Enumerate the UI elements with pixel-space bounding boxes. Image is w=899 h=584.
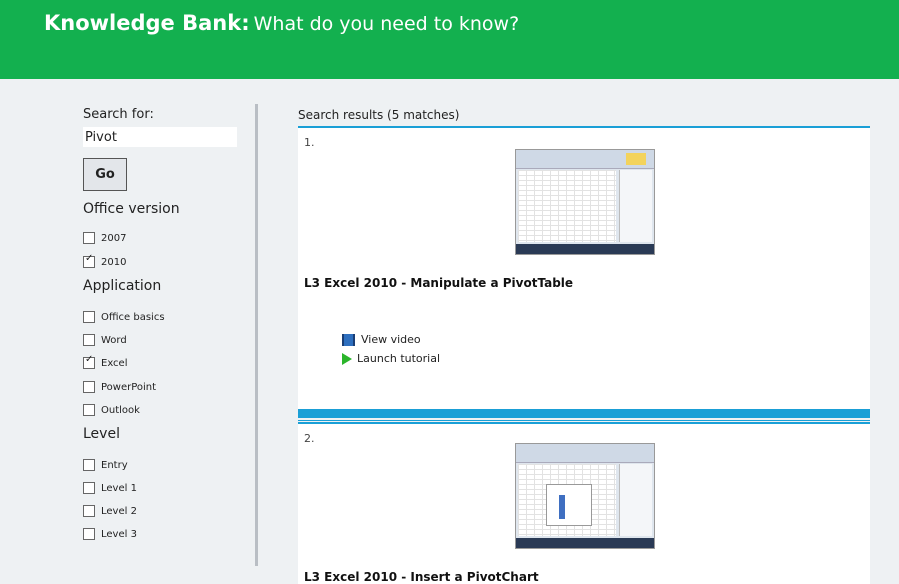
checkbox[interactable] [83, 459, 95, 471]
checkbox-label: 2010 [101, 257, 127, 268]
checkbox-outlook[interactable]: Outlook [83, 404, 140, 416]
brand-tagline: What do you need to know? [253, 13, 520, 35]
checkbox[interactable] [83, 381, 95, 393]
checkbox[interactable] [83, 311, 95, 323]
result-separator-line [298, 420, 870, 421]
checkbox[interactable] [83, 482, 95, 494]
checkbox-label: Level 1 [101, 483, 137, 494]
result-number: 1. [304, 136, 315, 149]
checkbox-level-3[interactable]: Level 3 [83, 528, 137, 540]
checkbox-2007[interactable]: 2007 [83, 232, 126, 244]
launch-tutorial-link[interactable]: Launch tutorial [342, 352, 440, 365]
office-version-heading: Office version [83, 201, 180, 217]
header-bar: Knowledge Bank: What do you need to know? [0, 0, 899, 79]
result-separator [298, 409, 870, 418]
thumbnail-taskbar [516, 244, 654, 254]
checkbox-office-basics[interactable]: Office basics [83, 311, 165, 323]
level-heading: Level [83, 426, 120, 442]
checkbox[interactable] [83, 232, 95, 244]
result-card: 2. L3 Excel 2010 - Insert a PivotChart [298, 422, 870, 584]
checkbox[interactable] [83, 528, 95, 540]
checkbox-2010[interactable]: 2010 [83, 253, 127, 268]
search-input[interactable] [83, 127, 237, 147]
checkbox[interactable] [83, 505, 95, 517]
thumbnail-taskbar [516, 538, 654, 548]
checkbox-label: Word [101, 335, 127, 346]
thumbnail-chart [546, 484, 592, 526]
checkbox-level-1[interactable]: Level 1 [83, 482, 137, 494]
checkbox-excel[interactable]: Excel [83, 354, 128, 369]
checkbox[interactable] [83, 354, 95, 369]
search-label: Search for: [83, 107, 154, 122]
thumbnail-pane [619, 464, 652, 536]
result-card: 1. L3 Excel 2010 - Manipulate a PivotTab… [298, 126, 870, 411]
thumbnail-ribbon [516, 444, 654, 463]
thumbnail-ribbon-accent [626, 153, 646, 165]
result-title[interactable]: L3 Excel 2010 - Manipulate a PivotTable [304, 276, 573, 290]
thumbnail-chart-bar [559, 495, 565, 519]
checkbox-label: Outlook [101, 405, 140, 416]
checkbox-label: Level 2 [101, 506, 137, 517]
checkbox-label: Level 3 [101, 529, 137, 540]
checkbox-label: PowerPoint [101, 382, 157, 393]
result-title[interactable]: L3 Excel 2010 - Insert a PivotChart [304, 570, 539, 584]
checkbox[interactable] [83, 404, 95, 416]
checkbox-label: Entry [101, 460, 128, 471]
view-video-link[interactable]: View video [342, 333, 421, 346]
launch-tutorial-label: Launch tutorial [357, 352, 441, 365]
brand: Knowledge Bank: What do you need to know? [44, 11, 519, 35]
thumbnail-pane [619, 170, 652, 242]
checkbox-label: Excel [101, 358, 128, 369]
checkbox-label: Office basics [101, 312, 165, 323]
view-video-label: View video [361, 333, 421, 346]
checkbox-label: 2007 [101, 233, 127, 244]
application-heading: Application [83, 278, 162, 294]
go-button[interactable]: Go [83, 158, 127, 191]
play-icon [342, 352, 352, 365]
thumbnail-sheet [518, 170, 616, 242]
checkbox-powerpoint[interactable]: PowerPoint [83, 381, 156, 393]
checkbox[interactable] [83, 334, 95, 346]
checkbox[interactable] [83, 253, 95, 268]
video-icon [342, 333, 355, 346]
result-thumbnail[interactable] [515, 149, 655, 255]
results-heading: Search results (5 matches) [298, 108, 460, 122]
brand-title: Knowledge Bank: [44, 11, 250, 35]
checkbox-entry[interactable]: Entry [83, 459, 128, 471]
result-thumbnail[interactable] [515, 443, 655, 549]
checkbox-level-2[interactable]: Level 2 [83, 505, 137, 517]
result-number: 2. [304, 432, 315, 445]
checkbox-word[interactable]: Word [83, 334, 127, 346]
sidebar-divider [255, 104, 258, 566]
